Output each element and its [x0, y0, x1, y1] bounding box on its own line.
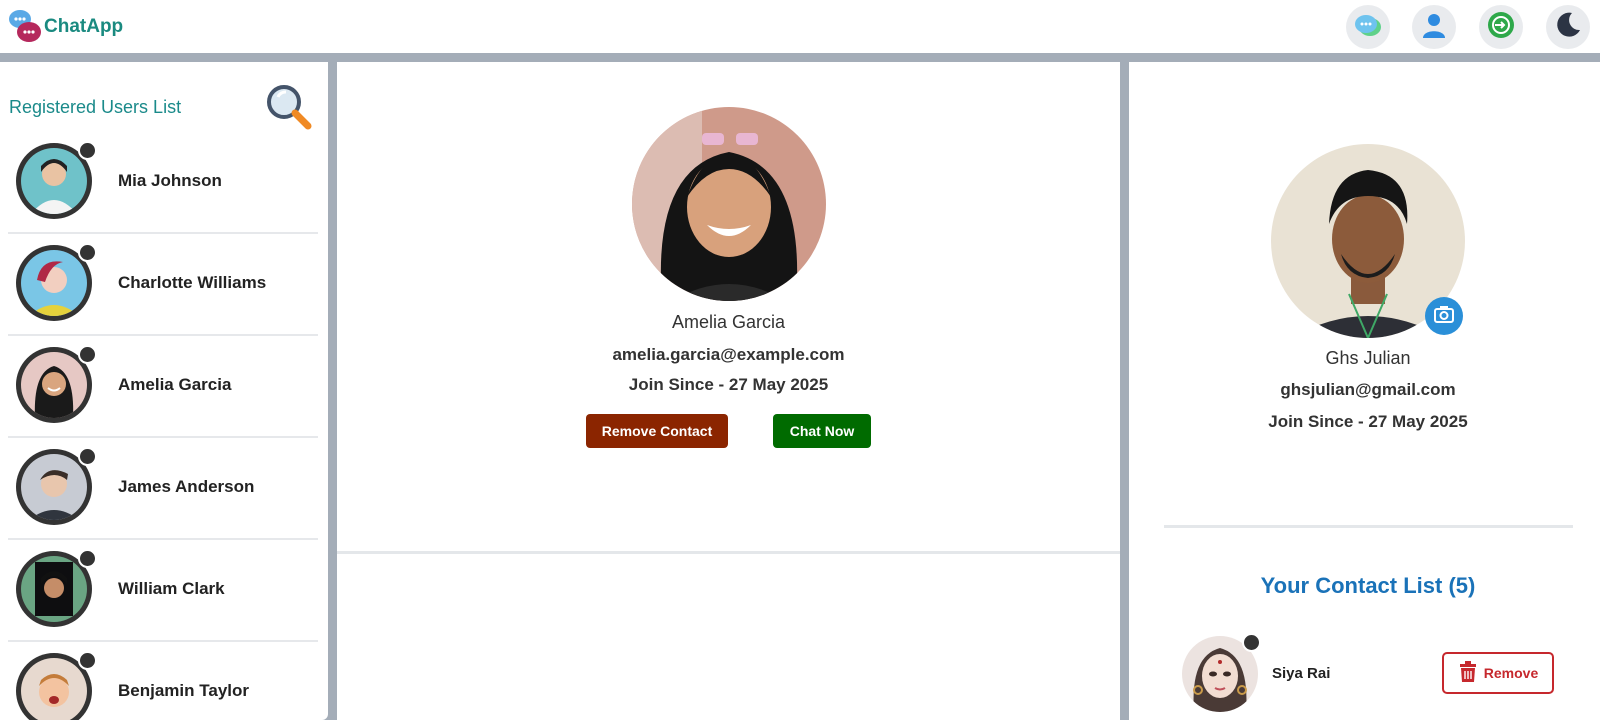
my-name: Ghs Julian: [1325, 348, 1411, 368]
status-dot: [78, 549, 97, 568]
user-name: Mia Johnson: [118, 171, 222, 190]
selected-user-avatar: [632, 107, 826, 301]
chats-button[interactable]: [1346, 5, 1390, 49]
divider: [337, 551, 1120, 554]
remove-label: Remove: [1483, 665, 1539, 681]
user-name: Benjamin Taylor: [118, 681, 249, 700]
selected-user-join-date: Join Since - 27 May 2025: [628, 375, 829, 394]
profile-button[interactable]: [1412, 5, 1456, 49]
my-join-date: Join Since - 27 May 2025: [1268, 412, 1468, 431]
logout-button[interactable]: [1479, 5, 1523, 49]
theme-toggle-button[interactable]: [1546, 5, 1590, 49]
status-dot: [78, 651, 97, 670]
contact-name: Siya Rai: [1272, 665, 1331, 682]
logout-icon: [1486, 10, 1516, 45]
contact-list-title: Your Contact List (5): [1260, 573, 1476, 598]
top-header: ChatApp: [0, 0, 1600, 53]
status-dot: [78, 447, 97, 466]
user-list-item[interactable]: Charlotte Williams: [8, 234, 318, 336]
camera-icon: [1433, 303, 1455, 330]
user-name: Amelia Garcia: [118, 375, 232, 394]
registered-users-title: Registered Users List: [9, 97, 182, 117]
app-name[interactable]: ChatApp: [44, 16, 123, 38]
user-list-item[interactable]: William Clark: [8, 540, 318, 642]
my-email: ghsjulian@gmail.com: [1280, 380, 1456, 399]
user-list-item[interactable]: Amelia Garcia: [8, 336, 318, 438]
user-name: James Anderson: [118, 477, 255, 496]
user-icon: [1420, 11, 1448, 44]
user-list-item[interactable]: Benjamin Taylor: [8, 642, 318, 720]
trash-icon: [1458, 660, 1478, 686]
selected-user-profile-panel: Amelia Garcia amelia.garcia@example.com …: [337, 62, 1120, 720]
status-dot: [78, 243, 97, 262]
chatapp-logo-icon[interactable]: [8, 8, 44, 44]
my-profile-panel: Ghs Julian ghsjulian@gmail.com Join Sinc…: [1129, 62, 1600, 720]
chat-now-button[interactable]: Chat Now: [773, 414, 871, 448]
moon-icon: [1553, 10, 1583, 45]
status-dot: [1242, 633, 1261, 652]
selected-user-email: amelia.garcia@example.com: [612, 345, 845, 364]
registered-users-panel: Registered Users List Mia Johnson Charlo…: [0, 62, 328, 720]
divider: [1164, 525, 1573, 528]
remove-contact-list-item-button[interactable]: Remove: [1442, 652, 1554, 694]
chat-bubbles-icon: [1353, 10, 1383, 45]
status-dot: [78, 345, 97, 364]
user-name: Charlotte Williams: [118, 273, 267, 292]
change-photo-button[interactable]: [1425, 297, 1463, 335]
user-name: William Clark: [118, 579, 225, 598]
status-dot: [78, 141, 97, 160]
user-list-item[interactable]: James Anderson: [8, 438, 318, 540]
remove-contact-button[interactable]: Remove Contact: [586, 414, 728, 448]
search-button[interactable]: [264, 82, 314, 132]
selected-user-name: Amelia Garcia: [671, 312, 786, 332]
user-list-item[interactable]: Mia Johnson: [8, 132, 318, 234]
